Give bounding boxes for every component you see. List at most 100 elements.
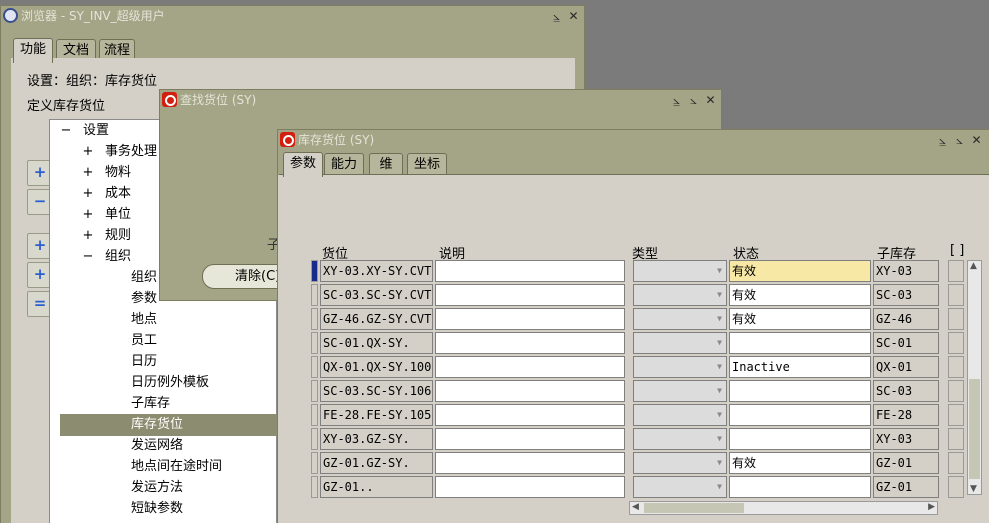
description-cell[interactable] (435, 476, 625, 498)
description-cell[interactable] (435, 380, 625, 402)
row-selector[interactable] (311, 284, 318, 306)
locator-cell[interactable]: GZ-01.. (320, 476, 433, 498)
subinventory-cell[interactable]: FE-28 (873, 404, 939, 426)
row-selector[interactable] (311, 452, 318, 474)
collapse-node-icon[interactable]: − (81, 246, 95, 267)
row-flag-cell[interactable] (948, 476, 964, 498)
description-cell[interactable] (435, 332, 625, 354)
subinventory-cell[interactable]: GZ-46 (873, 308, 939, 330)
status-cell[interactable] (729, 404, 871, 426)
status-cell[interactable]: 有效 (729, 284, 871, 306)
tree-node[interactable]: − 组织 (81, 246, 131, 267)
type-select[interactable] (633, 452, 727, 474)
status-cell[interactable]: 有效 (729, 308, 871, 330)
tree-node[interactable]: 子库存 (131, 393, 170, 414)
row-selector[interactable] (311, 404, 318, 426)
tree-node[interactable]: 地点间在途时间 (131, 456, 222, 477)
close-icon[interactable]: ✕ (567, 9, 580, 23)
subinventory-cell[interactable]: XY-03 (873, 260, 939, 282)
minimize-icon[interactable]: ⦥ (670, 93, 683, 107)
type-select[interactable] (633, 332, 727, 354)
collapse-node-icon[interactable]: − (59, 120, 73, 141)
locators-titlebar[interactable]: 库存货位 (SY) ⦥ ⦣ ✕ (278, 130, 989, 150)
locator-cell[interactable]: SC-03.SC-SY.CVTE (320, 284, 433, 306)
type-select[interactable] (633, 476, 727, 498)
maximize-icon[interactable]: ⦣ (953, 133, 966, 147)
row-flag-cell[interactable] (948, 284, 964, 306)
description-cell[interactable] (435, 356, 625, 378)
locator-cell[interactable]: FE-28.FE-SY.1057 (320, 404, 433, 426)
expand-node-icon[interactable]: + (81, 162, 95, 183)
description-cell[interactable] (435, 452, 625, 474)
row-selector[interactable] (311, 260, 318, 282)
type-select[interactable] (633, 308, 727, 330)
description-cell[interactable] (435, 428, 625, 450)
row-flag-cell[interactable] (948, 332, 964, 354)
tab-dimensions[interactable]: 维 (369, 153, 403, 176)
expand-node-icon[interactable]: + (81, 141, 95, 162)
type-select[interactable] (633, 404, 727, 426)
tab-parameters[interactable]: 参数 (283, 152, 323, 177)
row-selector[interactable] (311, 380, 318, 402)
tree-node[interactable]: + 成本 (81, 183, 131, 204)
description-cell[interactable] (435, 284, 625, 306)
description-cell[interactable] (435, 308, 625, 330)
row-flag-cell[interactable] (948, 380, 964, 402)
row-flag-cell[interactable] (948, 452, 964, 474)
row-selector[interactable] (311, 308, 318, 330)
locator-cell[interactable]: GZ-01.GZ-SY. (320, 452, 433, 474)
locator-cell[interactable]: SC-01.QX-SY. (320, 332, 433, 354)
tree-node[interactable]: + 物料 (81, 162, 131, 183)
subinventory-cell[interactable]: GZ-01 (873, 476, 939, 498)
locator-cell[interactable]: XY-03.XY-SY.CVTE (320, 260, 433, 282)
close-icon[interactable]: ✕ (970, 133, 983, 147)
subinventory-cell[interactable]: SC-03 (873, 380, 939, 402)
tree-node[interactable]: 日历 (131, 351, 157, 372)
tree-node[interactable]: + 事务处理 (81, 141, 157, 162)
status-cell[interactable]: 有效 (729, 260, 871, 282)
scroll-left-icon[interactable]: ◀ (632, 502, 639, 512)
minimize-icon[interactable]: ⦥ (550, 9, 563, 23)
description-cell[interactable] (435, 260, 625, 282)
tree-node[interactable]: + 规则 (81, 225, 131, 246)
tree-node[interactable]: + 单位 (81, 204, 131, 225)
status-cell[interactable]: 有效 (729, 452, 871, 474)
tree-node[interactable]: 参数 (131, 288, 157, 309)
horizontal-scroll-thumb[interactable] (644, 503, 744, 513)
tab-coordinates[interactable]: 坐标 (407, 153, 447, 176)
subinventory-cell[interactable]: SC-03 (873, 284, 939, 306)
subinventory-cell[interactable]: XY-03 (873, 428, 939, 450)
status-cell[interactable] (729, 332, 871, 354)
expand-node-icon[interactable]: + (81, 183, 95, 204)
type-select[interactable] (633, 356, 727, 378)
row-selector[interactable] (311, 356, 318, 378)
tree-node[interactable]: − 设置 (59, 120, 109, 141)
tree-node[interactable]: 发运网络 (131, 435, 183, 456)
tree-node[interactable]: 地点 (131, 309, 157, 330)
type-select[interactable] (633, 380, 727, 402)
row-flag-cell[interactable] (948, 428, 964, 450)
status-cell[interactable] (729, 476, 871, 498)
row-selector[interactable] (311, 476, 318, 498)
scroll-down-icon[interactable]: ▼ (970, 484, 977, 494)
tree-node[interactable]: 日历例外模板 (131, 372, 209, 393)
row-selector[interactable] (311, 332, 318, 354)
type-select[interactable] (633, 284, 727, 306)
status-cell[interactable] (729, 380, 871, 402)
navigator-titlebar[interactable]: 浏览器 - SY_INV_超级用户 ⦥ ✕ (1, 6, 584, 26)
tree-node[interactable]: 发运方法 (131, 477, 183, 498)
status-cell[interactable] (729, 428, 871, 450)
locator-cell[interactable]: GZ-46.GZ-SY.CVTE (320, 308, 433, 330)
locator-cell[interactable]: QX-01.QX-SY.1000 (320, 356, 433, 378)
row-flag-cell[interactable] (948, 260, 964, 282)
find-titlebar[interactable]: 查找货位 (SY) ⦥ ⦣ ✕ (160, 90, 721, 110)
tree-node[interactable]: 库存货位 (131, 414, 183, 435)
locator-cell[interactable]: SC-03.SC-SY.1069 (320, 380, 433, 402)
description-cell[interactable] (435, 404, 625, 426)
tree-node[interactable]: 短缺参数 (131, 498, 183, 519)
expand-node-icon[interactable]: + (81, 225, 95, 246)
subinventory-cell[interactable]: SC-01 (873, 332, 939, 354)
scroll-right-icon[interactable]: ▶ (928, 502, 935, 512)
tree-node[interactable]: 员工 (131, 330, 157, 351)
subinventory-cell[interactable]: GZ-01 (873, 452, 939, 474)
